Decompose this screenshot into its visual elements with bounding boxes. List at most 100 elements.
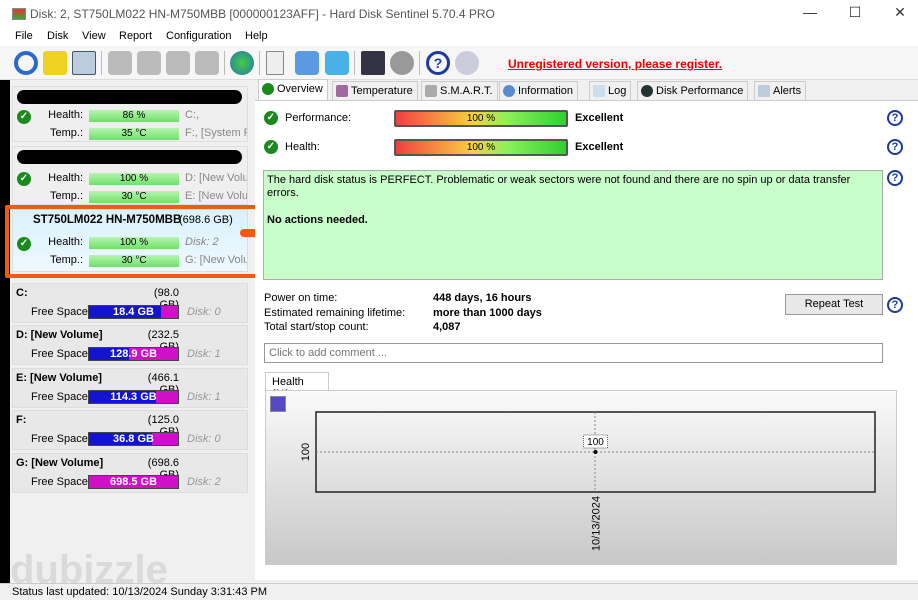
free-space-value: 698.5 GB — [109, 476, 158, 488]
data-point — [593, 450, 598, 454]
disk-card-1[interactable]: ✓ Health: 100 % D: [New Volu Temp.: 30 °… — [12, 146, 248, 205]
disk-card-0[interactable]: ✓ Health: 86 % C:, Temp.: 35 °C F:, [Sys… — [12, 86, 248, 142]
screen-edge — [0, 80, 10, 600]
volume-item[interactable]: E: [New Volume] (466.1 GB) Free Space 11… — [12, 368, 248, 408]
health-bar: 100 % — [89, 173, 179, 185]
help-icon[interactable]: ? — [426, 51, 450, 75]
toolbar-separator — [419, 51, 420, 75]
volume-name: E: [New Volume] — [16, 372, 102, 384]
menu-file[interactable]: File — [15, 30, 33, 42]
sync-icon[interactable] — [295, 51, 319, 75]
performance-rating: Excellent — [575, 112, 624, 124]
alerts-icon — [758, 85, 770, 97]
temp-label: Temp.: — [49, 127, 83, 139]
tab-label: Disk Performance — [656, 85, 744, 97]
info-icon — [503, 85, 515, 97]
minimize-button[interactable]: — — [795, 4, 825, 24]
annotation-highlight-box — [5, 205, 265, 278]
status-text-box: The hard disk status is PERFECT. Problem… — [263, 170, 883, 280]
log-icon — [593, 85, 605, 97]
disk-info: C:, — [185, 109, 200, 121]
alert-icon[interactable] — [43, 51, 67, 75]
health-bar: 100 % — [394, 139, 568, 156]
tab-alerts[interactable]: Alerts — [754, 81, 807, 100]
free-space-value: 36.8 GB — [113, 433, 154, 445]
app-icon — [12, 8, 26, 20]
volume-item[interactable]: F: (125.0 GB) Free Space 36.8 GB Disk: 0 — [12, 410, 248, 450]
free-space-value: 128.9 GB — [109, 348, 158, 360]
tab-label: Temperature — [351, 85, 413, 97]
tab-overview[interactable]: Overview — [258, 79, 328, 101]
help-icon[interactable]: ? — [887, 110, 903, 126]
globe-disk-icon[interactable] — [230, 51, 254, 75]
toolbar: ? — [0, 46, 918, 80]
tab-information[interactable]: Information — [499, 81, 579, 100]
tab-label: S.M.A.R.T. — [440, 85, 493, 97]
data-label: 100 — [587, 437, 604, 448]
tab-smart[interactable]: S.M.A.R.T. — [421, 81, 498, 100]
volume-item[interactable]: C: (98.0 GB) Free Space 18.4 GB Disk: 0 — [12, 283, 248, 323]
tab-disk-performance[interactable]: Disk Performance — [637, 81, 749, 100]
refresh-icon[interactable] — [14, 51, 38, 75]
report-icon[interactable] — [266, 51, 284, 75]
disk-timer-icon[interactable] — [137, 51, 161, 75]
disk-search-icon[interactable] — [195, 51, 219, 75]
startstop-label: Total start/stop count: — [264, 321, 369, 333]
volume-disk: Disk: 1 — [187, 348, 221, 360]
volume-item[interactable]: D: [New Volume] (232.5 GB) Free Space 12… — [12, 325, 248, 365]
temp-bar: 35 °C — [89, 128, 179, 140]
health-rating: Excellent — [575, 141, 624, 153]
toolbar-separator — [354, 51, 355, 75]
power-on-label: Power on time: — [264, 292, 338, 304]
repeat-test-button[interactable]: Repeat Test — [785, 294, 883, 315]
startstop-value: 4,087 — [433, 321, 461, 333]
thermometer-icon — [336, 85, 348, 97]
tab-temperature[interactable]: Temperature — [332, 81, 418, 100]
window-title: Disk: 2, ST750LM022 HN-M750MBB [00000012… — [30, 7, 495, 21]
free-space-label: Free Space — [31, 391, 88, 403]
check-icon — [262, 83, 274, 95]
tab-health-chart[interactable]: Health (%) — [265, 372, 329, 400]
volume-item[interactable]: G: [New Volume] (698.6 GB) Free Space 69… — [12, 453, 248, 493]
menu-report[interactable]: Report — [119, 30, 152, 42]
temp-label: Temp.: — [49, 190, 83, 202]
toolbar-separator — [259, 51, 260, 75]
x-tick-label: 10/13/2024 — [591, 496, 603, 551]
menu-configuration[interactable]: Configuration — [166, 30, 231, 42]
network-icon[interactable] — [325, 51, 349, 75]
monitor-icon[interactable] — [361, 51, 385, 75]
health-label: Health: — [285, 141, 320, 153]
disk-test-icon[interactable] — [108, 51, 132, 75]
menu-disk[interactable]: Disk — [47, 30, 68, 42]
comment-input[interactable] — [264, 343, 883, 363]
temp-bar: 30 °C — [89, 191, 179, 203]
menu-view[interactable]: View — [82, 30, 106, 42]
free-space-bar: 36.8 GB — [88, 432, 179, 446]
performance-label: Performance: — [285, 112, 352, 124]
tab-log[interactable]: Log — [589, 81, 632, 100]
speaker-icon[interactable] — [390, 51, 414, 75]
volume-name: G: [New Volume] — [16, 457, 104, 469]
help-icon[interactable]: ? — [887, 297, 903, 313]
unregistered-link[interactable]: Unregistered version, please register. — [508, 57, 722, 71]
toolbar-separator — [101, 51, 102, 75]
disk-info: D: [New Volu — [185, 172, 247, 184]
free-space-value: 114.3 GB — [110, 391, 157, 403]
volume-name: D: [New Volume] — [16, 329, 103, 341]
menu-help[interactable]: Help — [245, 30, 268, 42]
disk-info: F:, [System R — [185, 127, 247, 139]
disk-ok-icon[interactable] — [166, 51, 190, 75]
smart-icon — [425, 85, 437, 97]
close-button[interactable]: ✕ — [885, 4, 915, 24]
health-chart: 100 100 10/13/2024 — [300, 411, 876, 551]
help-icon[interactable]: ? — [887, 170, 903, 186]
toolbar-separator — [224, 51, 225, 75]
help-icon[interactable]: ? — [887, 139, 903, 155]
status-text: Status last updated: 10/13/2024 Sunday 3… — [12, 586, 268, 598]
disk-icon[interactable] — [72, 51, 96, 75]
tab-label: Alerts — [773, 85, 802, 97]
maximize-button[interactable]: ☐ — [840, 4, 870, 24]
tab-label: Information — [518, 85, 574, 97]
info-icon[interactable] — [455, 51, 479, 75]
free-space-bar: 128.9 GB — [88, 347, 179, 361]
